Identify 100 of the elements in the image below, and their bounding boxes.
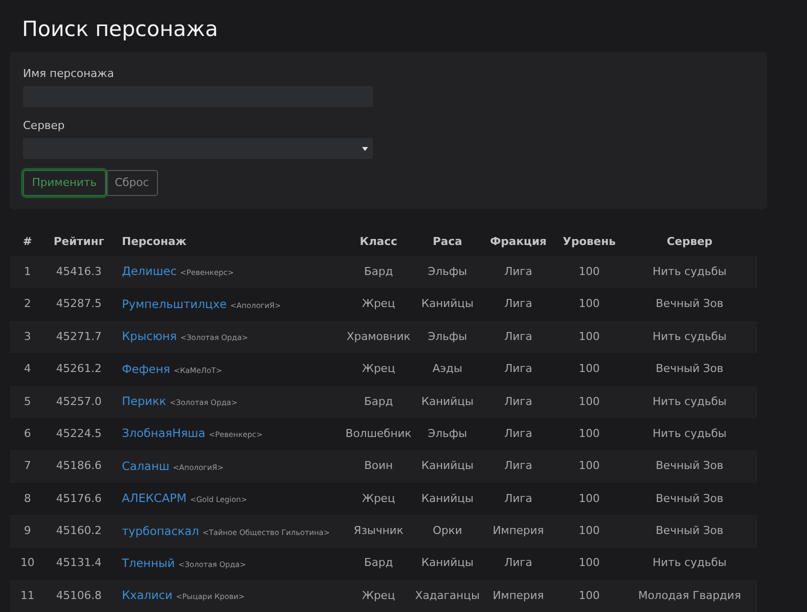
table-cell: 100 (578, 556, 600, 570)
table-cell: 100 (578, 492, 600, 505)
table-cell: 6 (24, 426, 31, 440)
column-header: Класс (360, 235, 398, 248)
table-cell: Бард (364, 394, 393, 408)
table-cell: 2 (24, 297, 31, 310)
table-cell: Нить судьбы (652, 264, 727, 278)
table-cell: Лига (504, 394, 532, 408)
table-cell: Империя (492, 524, 544, 538)
page-title: Поиск персонажа (21, 16, 218, 43)
table-cell: Воин (364, 459, 393, 472)
table-cell: Жрец (362, 362, 396, 376)
table-cell: Лига (504, 459, 532, 472)
table-cell: Канийцы (421, 394, 474, 408)
character-link[interactable]: АЛЕКСАРМ (122, 491, 187, 506)
table-cell: Язычник (354, 524, 404, 538)
table-cell: Эльфы (428, 426, 468, 440)
table-cell: 100 (578, 362, 600, 376)
table-cell: Нить судьбы (652, 556, 727, 570)
table-cell: Лига (504, 362, 532, 376)
field-label: Сервер (23, 119, 65, 133)
table-cell: 100 (578, 426, 600, 440)
table-cell: Канийцы (421, 492, 474, 505)
field-label: Имя персонажа (23, 67, 114, 81)
table-cell: 1 (24, 264, 31, 278)
column-header: Уровень (562, 235, 616, 248)
table-cell: 45160.2 (56, 524, 102, 538)
table-cell: 45261.2 (56, 362, 102, 376)
table-cell: 100 (578, 264, 600, 278)
table-cell: Нить судьбы (652, 394, 727, 408)
column-header: Раса (432, 235, 462, 248)
table-cell: Нить судьбы (652, 426, 727, 440)
table-cell: Лига (504, 330, 532, 343)
table-cell: 45287.5 (56, 297, 102, 310)
table-cell: Лига (504, 426, 532, 440)
table-cell: Бард (364, 556, 393, 570)
table-cell: Аэды (432, 362, 462, 376)
table-cell: Вечный Зов (656, 524, 724, 538)
table-cell: 10 (20, 556, 34, 570)
table-cell: Эльфы (428, 330, 468, 343)
table-cell: 45271.7 (56, 330, 102, 343)
table-cell: Храмовник (346, 330, 410, 343)
table-cell: Вечный Зов (656, 297, 724, 310)
table-cell: 100 (578, 330, 600, 343)
table-cell: Жрец (362, 297, 396, 310)
table-cell: 45257.0 (56, 394, 102, 408)
character-link[interactable]: Фефеня (122, 362, 170, 376)
table-cell: 4 (24, 362, 31, 376)
table-cell: 100 (578, 459, 600, 472)
column-header: Фракция (490, 235, 547, 248)
character-link[interactable]: Делишес (122, 264, 177, 278)
table-cell: Вечный Зов (656, 492, 724, 505)
table-cell: 8 (24, 492, 31, 505)
table-cell: Орки (432, 524, 462, 538)
table-cell: Лига (504, 492, 532, 505)
table-cell: Волшебник (346, 426, 412, 440)
table-cell: Жрец (362, 588, 396, 602)
table-cell: 45176.6 (56, 492, 102, 505)
table-cell: 100 (578, 394, 600, 408)
table-cell: 3 (24, 330, 31, 343)
table-cell: Вечный Зов (656, 459, 724, 472)
server-select[interactable] (23, 138, 373, 159)
apply-button[interactable]: Применить (23, 170, 106, 196)
table-cell: Жрец (362, 492, 396, 505)
table-cell: 45186.6 (56, 459, 102, 472)
table-cell: Канийцы (421, 556, 474, 570)
character-link[interactable]: турбопаскал (122, 524, 200, 538)
column-header: Персонаж (122, 235, 186, 248)
table-cell: 45416.3 (56, 264, 102, 278)
table-cell: Эльфы (428, 264, 468, 278)
character-link[interactable]: Крысюня (122, 329, 177, 344)
table-cell: 45224.5 (56, 426, 102, 440)
column-header: Сервер (666, 235, 712, 248)
table-cell: 11 (20, 588, 34, 602)
table-cell: 5 (24, 394, 31, 408)
table-cell: Хадаганцы (415, 588, 480, 602)
table-cell: Канийцы (421, 297, 474, 310)
table-cell: Лига (504, 556, 532, 570)
reset-button[interactable]: Сброс (106, 170, 158, 196)
character-link[interactable]: Перикк (122, 394, 166, 408)
table-cell: 100 (578, 524, 600, 538)
column-header: Рейтинг (54, 235, 104, 248)
caret-icon (362, 146, 368, 150)
table-cell: Канийцы (421, 459, 474, 472)
table-cell: Лига (504, 264, 532, 278)
character-link[interactable]: Саланш (122, 458, 170, 473)
table-cell: 9 (24, 524, 31, 538)
table-cell: Лига (504, 297, 532, 310)
table-cell: Молодая Гвардия (638, 588, 741, 602)
character-link[interactable]: ЗлобнаяНяша (122, 426, 206, 440)
table-cell: 45106.8 (56, 588, 102, 602)
table-cell: Вечный Зов (656, 362, 724, 376)
table-cell: Нить судьбы (652, 330, 727, 343)
table-cell: 100 (578, 588, 600, 602)
column-header: # (22, 235, 32, 248)
character-link[interactable]: Тленный (122, 556, 175, 570)
character-link[interactable]: Румпельштилцхе (122, 296, 227, 311)
character-link[interactable]: Кхалиси (122, 588, 172, 602)
table-cell: 7 (24, 459, 31, 472)
table-cell: 45131.4 (56, 556, 102, 570)
